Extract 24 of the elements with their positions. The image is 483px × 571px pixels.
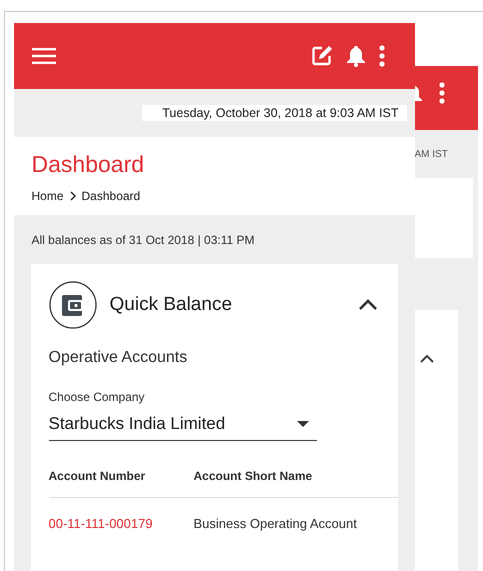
table-cell: Business Operating Account <box>194 516 357 531</box>
company-select[interactable]: Starbucks India Limited <box>48 404 316 441</box>
chevron-up-icon[interactable] <box>358 299 378 311</box>
section-heading: Operative Accounts <box>48 349 188 367</box>
wallet-icon <box>48 281 96 329</box>
more-icon <box>438 82 444 104</box>
page-title: Dashboard <box>32 151 146 178</box>
card-title: Quick Balance <box>110 294 234 316</box>
edit-icon[interactable] <box>310 45 332 67</box>
dropdown-caret-icon <box>296 421 308 427</box>
chevron-right-icon <box>70 191 76 201</box>
field-label: Choose Company <box>48 390 146 404</box>
column-header: Account Number <box>48 469 146 483</box>
breadcrumb-link[interactable]: Dashboard <box>82 189 140 203</box>
menu-icon[interactable] <box>32 48 56 64</box>
date-time: AM IST <box>414 148 448 160</box>
date-time: Tuesday, October 30, 2018 at 9:03 AM IST <box>142 105 406 121</box>
bell-icon[interactable] <box>346 45 366 67</box>
balances-note: All balances as of 31 Oct 2018 | 03:11 PM <box>30 233 256 247</box>
more-icon[interactable] <box>378 45 384 67</box>
account-number-link[interactable]: 00-11-111-000179 <box>48 516 194 531</box>
breadcrumb-link[interactable]: Home <box>32 189 64 203</box>
column-header: Account Short Name <box>194 469 312 483</box>
bell-icon <box>414 83 422 103</box>
